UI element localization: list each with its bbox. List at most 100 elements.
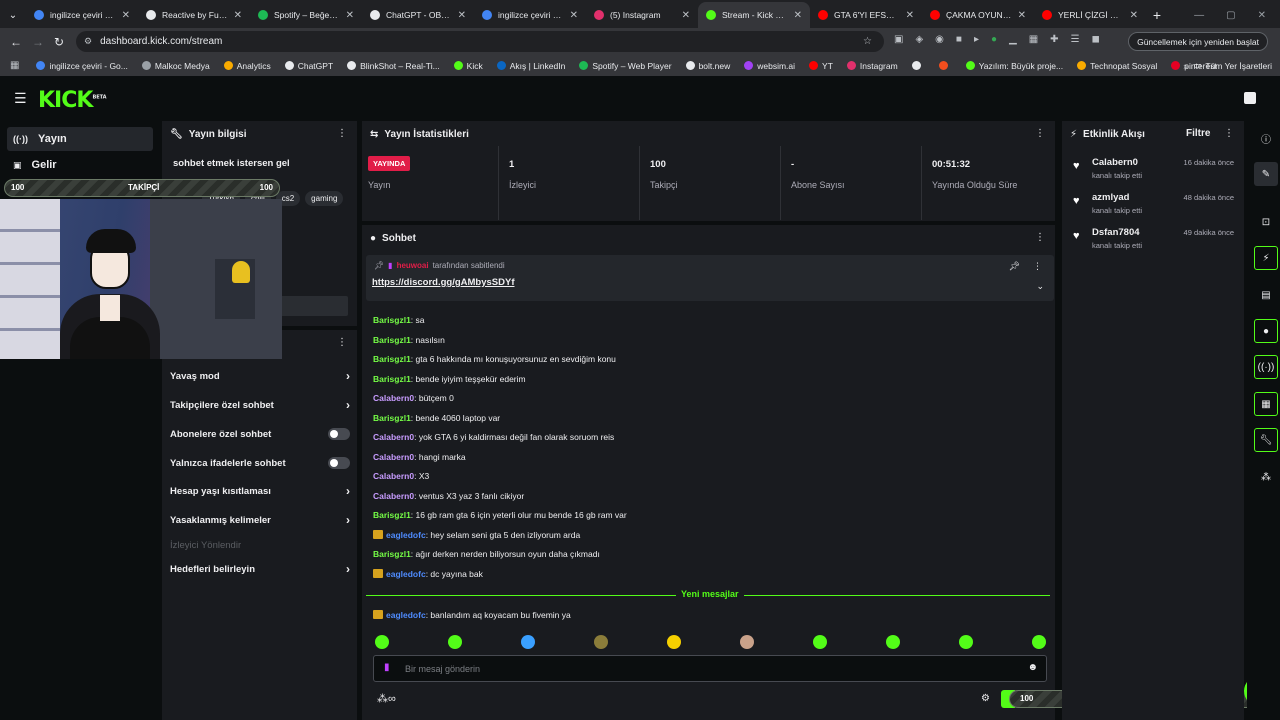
browser-tab[interactable]: ÇAKMA OYUN SLITH ✕ xyxy=(922,2,1034,28)
browser-tab[interactable]: Stream - Kick Dashb ✕ xyxy=(698,2,810,28)
lightning-icon[interactable]: ⚡︎ xyxy=(1254,246,1278,270)
bookmark-item[interactable]: Akış | LinkedIn xyxy=(490,61,573,71)
bookmark-item[interactable]: Spotify – Web Player xyxy=(572,61,678,71)
toggle-switch[interactable] xyxy=(328,428,350,440)
chat-setting-row[interactable]: Abonelere özel sohbet xyxy=(170,424,350,444)
chat-tools-icon[interactable]: ⁂∞ xyxy=(377,692,396,705)
extension-icon[interactable]: ▁ xyxy=(1009,34,1017,45)
tab-close-icon[interactable]: ✕ xyxy=(234,10,242,21)
pencil-icon[interactable]: ✎ xyxy=(1254,162,1278,186)
extension-icon[interactable]: ▣ xyxy=(894,34,903,45)
chat-username[interactable]: eagledofc xyxy=(386,569,426,579)
kebab-menu-icon[interactable]: ⋮ xyxy=(1035,128,1045,139)
kebab-menu-icon[interactable]: ⋮ xyxy=(337,128,347,139)
new-tab-icon[interactable]: + xyxy=(1146,2,1168,28)
apps-grid-icon[interactable]: ▦ xyxy=(0,60,29,71)
extension-icon[interactable]: ● xyxy=(991,34,997,45)
tab-close-icon[interactable]: ✕ xyxy=(1130,10,1138,21)
emote-icon[interactable] xyxy=(740,635,754,649)
emoji-icon[interactable]: ☻ xyxy=(1027,662,1038,673)
document-icon[interactable]: ▤ xyxy=(1254,283,1278,307)
tab-close-icon[interactable]: ✕ xyxy=(906,10,914,21)
browser-tab[interactable]: ingilizce çeviri - Go ✕ xyxy=(26,2,138,28)
wrench-icon[interactable]: 🔧︎ xyxy=(1254,428,1278,452)
pinned-link[interactable]: https://discord.gg/gAMbysSDYf xyxy=(372,277,515,288)
bookmark-item[interactable]: ChatGPT xyxy=(278,61,340,71)
bookmark-item[interactable] xyxy=(905,61,932,71)
chat-username[interactable]: Barisgzl1 xyxy=(373,315,411,325)
chat-username[interactable]: Barisgzl1 xyxy=(373,549,411,559)
activity-username[interactable]: Calabern0 xyxy=(1092,157,1138,168)
bookmark-item[interactable]: ingilizce çeviri - Go... xyxy=(29,61,134,71)
chat-username[interactable]: Barisgzl1 xyxy=(373,413,411,423)
tab-close-icon[interactable]: ✕ xyxy=(122,10,130,21)
bookmark-item[interactable]: Kick xyxy=(447,61,490,71)
shield-icon[interactable]: ◈ xyxy=(915,34,923,45)
chat-username[interactable]: Calabern0 xyxy=(373,432,414,442)
puzzle-icon[interactable]: ✚ xyxy=(1050,34,1058,45)
chat-username[interactable]: Barisgzl1 xyxy=(373,335,411,345)
extension-icon[interactable]: ▦ xyxy=(1029,34,1038,45)
tag-chip[interactable]: gaming xyxy=(305,191,344,206)
tab-close-icon[interactable]: ✕ xyxy=(794,10,802,21)
chat-username[interactable]: Calabern0 xyxy=(373,452,414,462)
emote-icon[interactable] xyxy=(959,635,973,649)
emote-icon[interactable] xyxy=(667,635,681,649)
emote-icon[interactable] xyxy=(886,635,900,649)
reload-icon[interactable]: ↻ xyxy=(54,35,64,49)
bookmark-item[interactable]: bolt.new xyxy=(679,61,738,71)
extension-icon[interactable]: ▸ xyxy=(974,34,979,45)
browser-tab[interactable]: YERLİ ÇİZGİ DİZİLER ✕ xyxy=(1034,2,1146,28)
hamburger-menu-icon[interactable]: ☰ xyxy=(14,90,27,107)
layout-icon[interactable]: ▦ xyxy=(1254,392,1278,416)
edit-button[interactable] xyxy=(278,296,348,316)
nav-item-gelir[interactable]: ▣ Gelir xyxy=(7,153,153,177)
chat-username[interactable]: Barisgzl1 xyxy=(373,510,411,520)
bookmark-item[interactable]: Analytics xyxy=(217,61,278,71)
minimize-icon[interactable]: — xyxy=(1194,10,1204,21)
toggle-switch[interactable] xyxy=(328,457,350,469)
emote-icon[interactable] xyxy=(521,635,535,649)
tab-close-icon[interactable]: ✕ xyxy=(682,10,690,21)
chat-setting-row[interactable]: Hesap yaşı kısıtlaması › xyxy=(170,481,350,501)
more-bookmarks-icon[interactable]: » xyxy=(1183,61,1188,71)
chat-username[interactable]: Barisgzl1 xyxy=(373,354,411,364)
emote-icon[interactable] xyxy=(448,635,462,649)
emote-icon[interactable] xyxy=(813,635,827,649)
chat-username[interactable]: Calabern0 xyxy=(373,491,414,501)
browser-tab[interactable]: ingilizce çeviri - Go ✕ xyxy=(474,2,586,28)
extension-icon[interactable]: ◉ xyxy=(935,34,944,45)
chevron-down-icon[interactable]: ⌄ xyxy=(1036,281,1044,292)
camera-icon[interactable]: ⊡ xyxy=(1254,210,1278,234)
browser-tab[interactable]: GTA 6'YI EFSANELEŞ ✕ xyxy=(810,2,922,28)
kebab-menu-icon[interactable]: ⋮ xyxy=(1033,261,1042,272)
tab-search-icon[interactable]: ⌄ xyxy=(0,2,26,28)
bookmark-item[interactable]: websim.ai xyxy=(737,61,802,71)
emote-icon[interactable] xyxy=(1032,635,1046,649)
kebab-menu-icon[interactable]: ⋮ xyxy=(337,337,347,348)
bookmark-item[interactable]: Instagram xyxy=(840,61,905,71)
profile-icon[interactable] xyxy=(1244,92,1256,104)
extension-icon[interactable]: ■ xyxy=(956,34,962,45)
all-bookmarks-button[interactable]: ▭ Tüm Yer İşaretleri xyxy=(1193,60,1272,71)
bookmark-item[interactable] xyxy=(932,61,959,71)
chat-username[interactable]: Calabern0 xyxy=(373,393,414,403)
chat-username[interactable]: Barisgzl1 xyxy=(373,374,411,384)
browser-tab[interactable]: Reactive by FugiTec ✕ xyxy=(138,2,250,28)
update-button[interactable]: Güncellemek için yeniden başlat xyxy=(1128,32,1268,51)
bookmark-item[interactable]: Malkoc Medya xyxy=(135,61,217,71)
bookmark-item[interactable]: Technopat Sosyal xyxy=(1070,61,1164,71)
info-icon[interactable]: ⓘ xyxy=(1254,126,1278,150)
kick-logo[interactable]: KICKBETA xyxy=(38,88,107,113)
chat-setting-row[interactable]: Yavaş mod › xyxy=(170,366,350,386)
chat-username[interactable]: Calabern0 xyxy=(373,471,414,481)
back-icon[interactable]: ← xyxy=(10,35,22,49)
nav-item-yayin[interactable]: ((·)) Yayın xyxy=(7,127,153,151)
site-info-icon[interactable]: ⚙ xyxy=(84,36,92,47)
chat-setting-row[interactable]: Yalnızca ifadelerle sohbet xyxy=(170,453,350,473)
kebab-menu-icon[interactable]: ⋮ xyxy=(1224,128,1234,139)
bookmark-item[interactable]: BlinkShot – Real-Ti... xyxy=(340,61,447,71)
browser-tab[interactable]: (5) Instagram ✕ xyxy=(586,2,698,28)
profile-icon[interactable]: ◼ xyxy=(1092,34,1100,45)
tab-close-icon[interactable]: ✕ xyxy=(1018,10,1026,21)
